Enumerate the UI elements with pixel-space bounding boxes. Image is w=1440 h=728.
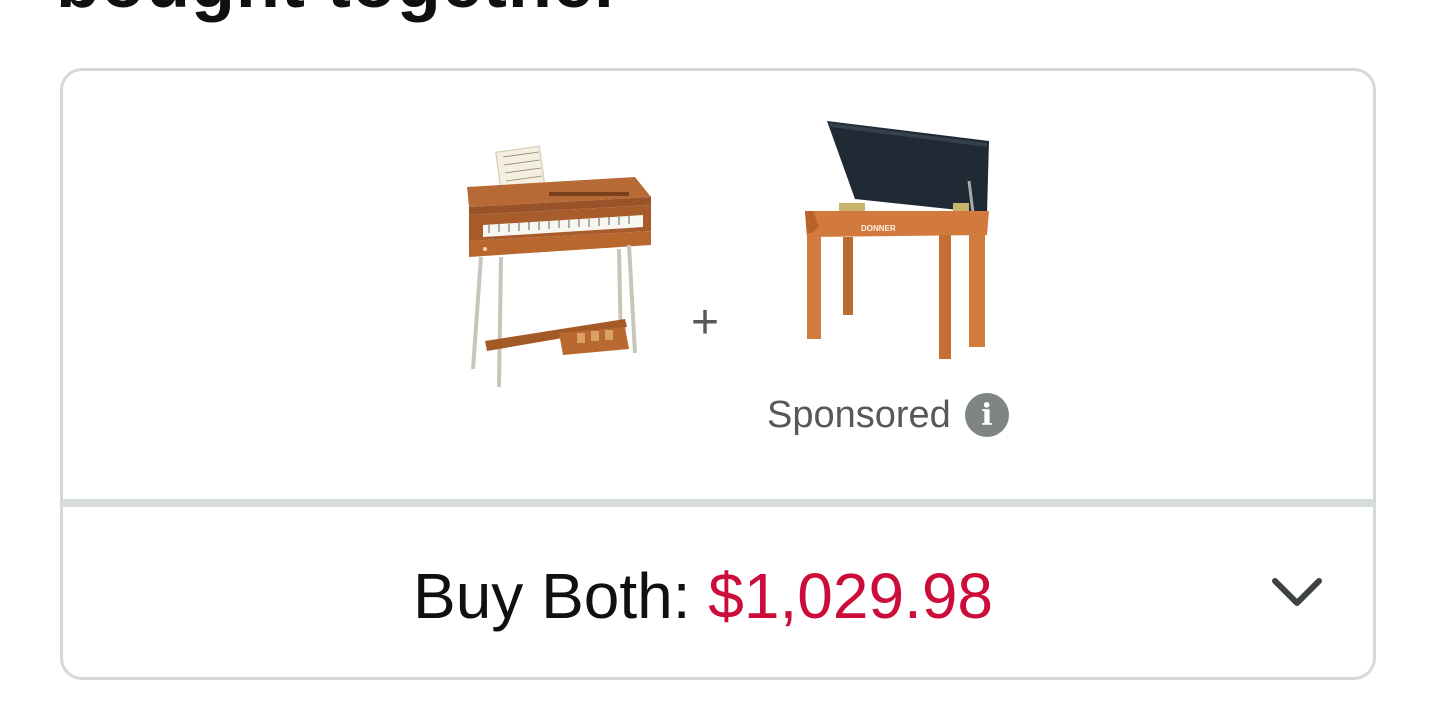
piano-image[interactable] (389, 137, 661, 389)
bundle-products: + DONNER Sponsored i (63, 71, 1373, 501)
buy-both-text: Buy Both: $1,029.98 (413, 559, 993, 633)
frequently-bought-together-card: + DONNER Sponsored i Buy Both: $1,029.98 (60, 68, 1376, 680)
svg-text:DONNER: DONNER (861, 224, 896, 233)
bench-image[interactable]: DONNER (797, 115, 997, 375)
sponsored-text: Sponsored (767, 393, 951, 436)
chevron-down-icon[interactable] (1269, 565, 1325, 621)
buy-both-price: $1,029.98 (708, 560, 993, 632)
buy-both-row[interactable]: Buy Both: $1,029.98 (63, 507, 1373, 677)
section-title: bought together (56, 0, 623, 24)
divider (63, 499, 1373, 507)
plus-separator: + (691, 296, 720, 349)
info-icon[interactable]: i (964, 393, 1009, 437)
buy-both-label: Buy Both: (413, 560, 709, 632)
sponsored-label: Sponsored i (767, 393, 1009, 437)
